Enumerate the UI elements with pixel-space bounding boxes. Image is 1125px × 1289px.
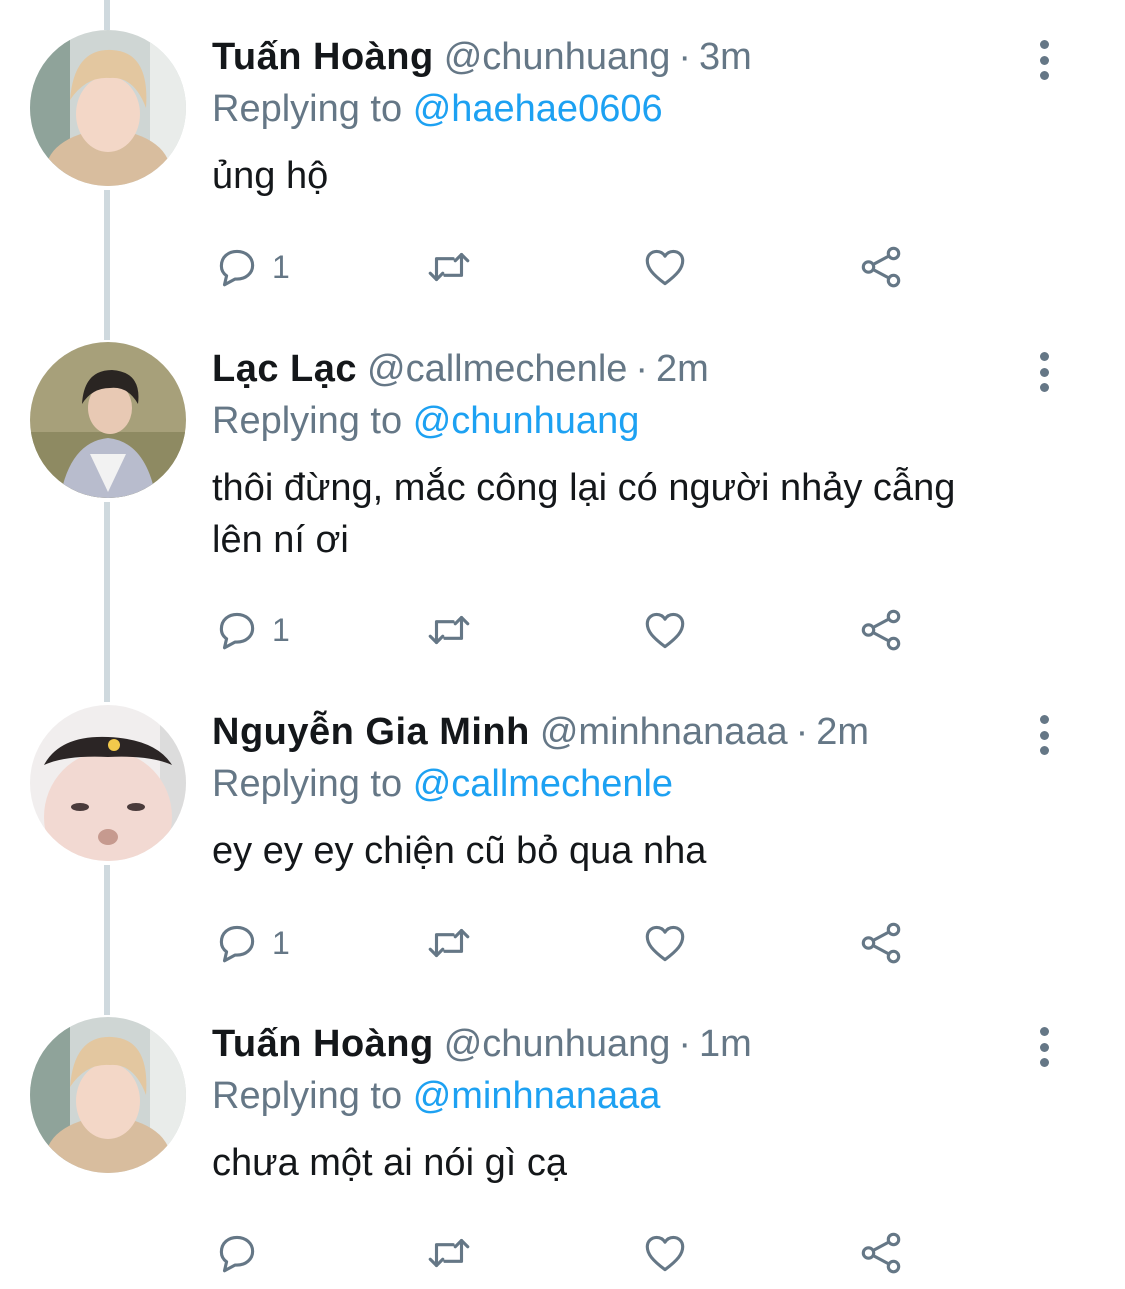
separator-dot: · [635, 348, 649, 390]
more-options-icon[interactable] [1030, 352, 1058, 392]
share-icon [861, 1232, 901, 1274]
user-handle[interactable]: @callmechenle [367, 348, 627, 390]
tweet-actions: 1 [212, 237, 932, 297]
reply-icon [219, 1235, 255, 1273]
heart-icon [645, 1235, 685, 1272]
reply-button[interactable] [212, 1223, 272, 1283]
like-button[interactable] [640, 237, 690, 297]
reply-count: 1 [272, 611, 290, 648]
retweet-icon [428, 615, 470, 645]
tweet-text: chưa một ai nói gì cạ [212, 1142, 567, 1184]
share-button[interactable] [856, 600, 906, 660]
timestamp[interactable]: 1m [699, 1023, 752, 1065]
tweet-text: ủng hộ [212, 155, 329, 197]
thread-line [104, 0, 110, 30]
separator-dot: · [678, 36, 692, 78]
share-button[interactable] [856, 913, 906, 973]
tweet-text: ey ey ey chiện cũ bỏ qua nha [212, 830, 707, 872]
retweet-button[interactable] [424, 600, 474, 660]
tweet[interactable]: Tuấn Hoàng @chunhuang · 3m Replying to @hae… [0, 30, 1125, 320]
tweet-actions: 1 [212, 600, 932, 660]
reply-count: 1 [272, 924, 290, 961]
display-name[interactable]: Tuấn Hoàng [212, 36, 434, 78]
timestamp[interactable]: 2m [656, 348, 709, 390]
retweet-button[interactable] [424, 913, 474, 973]
mention-link[interactable]: @minhnanaaa [413, 1075, 661, 1117]
display-name[interactable]: Tuấn Hoàng [212, 1023, 434, 1065]
heart-icon [645, 612, 685, 649]
tweet-actions: 1 [212, 913, 932, 973]
replying-to-label: Replying to [212, 88, 403, 130]
share-icon [861, 246, 901, 288]
mention-link[interactable]: @chunhuang [413, 400, 640, 442]
separator-dot: · [795, 711, 809, 753]
replying-to: Replying to @haehae0606 [212, 80, 663, 138]
share-icon [861, 922, 901, 964]
timestamp[interactable]: 2m [816, 711, 869, 753]
retweet-button[interactable] [424, 1223, 474, 1283]
tweet-header: Tuấn Hoàng @chunhuang · 3m [212, 28, 752, 86]
like-button[interactable] [640, 913, 690, 973]
reply-button[interactable]: 1 [212, 600, 290, 660]
heart-icon [645, 925, 685, 962]
reply-icon [219, 249, 255, 287]
separator-dot: · [678, 1023, 692, 1065]
replying-to-label: Replying to [212, 1075, 403, 1117]
heart-icon [645, 249, 685, 286]
tweet[interactable]: Lạc Lạc @callmechenle · 2m Replying to @chu… [0, 340, 1125, 651]
reply-icon [219, 612, 255, 650]
more-options-icon[interactable] [1030, 1027, 1058, 1067]
like-button[interactable] [640, 600, 690, 660]
tweet[interactable]: Tuấn Hoàng @chunhuang · 1m Replying to @min… [0, 1017, 1125, 1289]
replying-to-label: Replying to [212, 400, 403, 442]
reply-icon [219, 925, 255, 963]
replying-to-label: Replying to [212, 763, 403, 805]
tweet[interactable]: Nguyễn Gia Minh @minhnanaaa · 2m Replying t… [0, 705, 1125, 985]
tweet-header: Nguyễn Gia Minh @minhnanaaa · 2m [212, 703, 869, 761]
share-icon [861, 609, 901, 651]
more-options-icon[interactable] [1030, 40, 1058, 80]
display-name[interactable]: Nguyễn Gia Minh [212, 711, 530, 753]
like-button[interactable] [640, 1223, 690, 1283]
reply-button[interactable]: 1 [212, 237, 290, 297]
user-handle[interactable]: @chunhuang [444, 1023, 671, 1065]
avatar[interactable] [30, 1017, 186, 1173]
retweet-icon [428, 252, 470, 282]
user-handle[interactable]: @minhnanaaa [540, 711, 788, 753]
reply-button[interactable]: 1 [212, 913, 290, 973]
timestamp[interactable]: 3m [699, 36, 752, 78]
mention-link[interactable]: @callmechenle [413, 763, 673, 805]
avatar[interactable] [30, 342, 186, 498]
replying-to: Replying to @callmechenle [212, 755, 673, 813]
user-handle[interactable]: @chunhuang [444, 36, 671, 78]
replying-to: Replying to @minhnanaaa [212, 1067, 660, 1125]
retweet-button[interactable] [424, 237, 474, 297]
mention-link[interactable]: @haehae0606 [413, 88, 663, 130]
avatar[interactable] [30, 30, 186, 186]
more-options-icon[interactable] [1030, 715, 1058, 755]
tweet-text: thôi đừng, mắc công lại có người nhảy cẫ… [212, 467, 956, 561]
tweet-actions [212, 1223, 932, 1283]
reply-count: 1 [272, 248, 290, 285]
retweet-icon [428, 928, 470, 958]
tweet-header: Lạc Lạc @callmechenle · 2m [212, 340, 709, 398]
tweet-header: Tuấn Hoàng @chunhuang · 1m [212, 1015, 752, 1073]
share-button[interactable] [856, 1223, 906, 1283]
share-button[interactable] [856, 237, 906, 297]
display-name[interactable]: Lạc Lạc [212, 348, 357, 390]
avatar[interactable] [30, 705, 186, 861]
retweet-icon [428, 1238, 470, 1268]
replying-to: Replying to @chunhuang [212, 392, 639, 450]
